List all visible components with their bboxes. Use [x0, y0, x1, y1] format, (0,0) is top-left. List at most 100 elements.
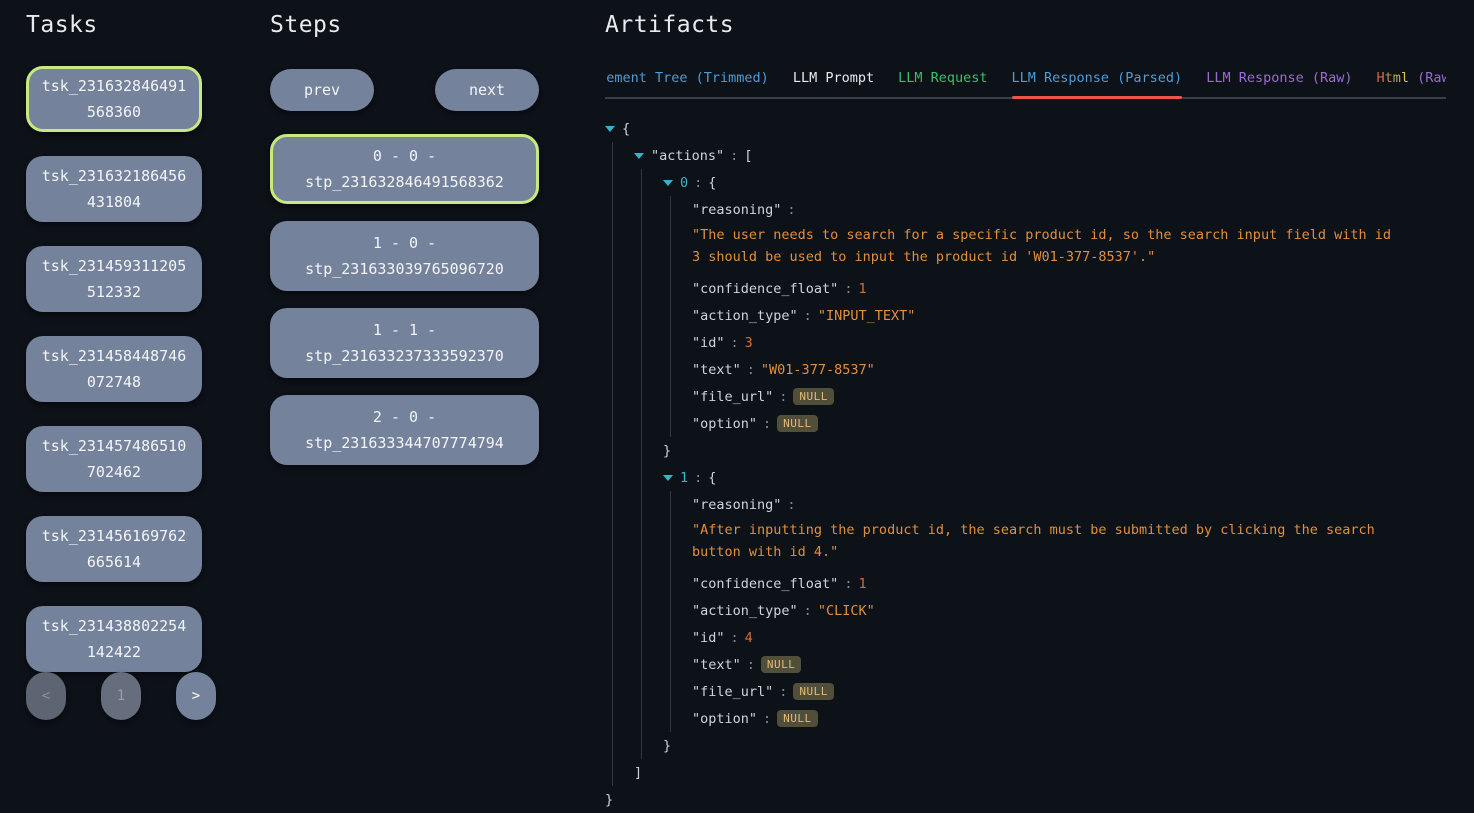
step-item[interactable]: 2 - 0 - stp_231633344707774794	[270, 395, 539, 465]
pagination-next-button[interactable]: >	[176, 672, 216, 720]
json-colon: :	[804, 308, 812, 324]
json-colon: :	[763, 416, 771, 432]
json-string-value: "After inputting the product id, the sea…	[692, 519, 1402, 563]
json-null-badge: NULL	[793, 388, 834, 405]
json-key-row: "reasoning" :	[692, 491, 1446, 518]
pagination-prev-button[interactable]: <	[26, 672, 66, 720]
task-item[interactable]: tsk_231456169762665614	[26, 516, 202, 582]
json-key: "confidence_float"	[692, 281, 838, 297]
steps-panel: Steps prev next 0 - 0 - stp_231632846491…	[270, 12, 539, 482]
collapse-icon[interactable]	[663, 180, 680, 186]
json-string-value: "W01-377-8537"	[761, 362, 875, 378]
artifacts-panel: Artifacts Element Tree (Trimmed) LLM Pro…	[605, 12, 1446, 813]
tasks-pagination: < 1 >	[26, 672, 216, 720]
json-colon: :	[763, 711, 771, 727]
task-item[interactable]: tsk_231457486510702462	[26, 426, 202, 492]
task-item[interactable]: tsk_231632846491568360	[26, 66, 202, 132]
json-key: "reasoning"	[692, 497, 781, 513]
json-root-row: {	[605, 115, 1446, 142]
json-open-brace: {	[708, 175, 716, 191]
json-key: "actions"	[651, 148, 724, 164]
json-number-value: 1	[858, 281, 866, 297]
json-actions-row: "actions" : [	[634, 142, 1446, 169]
json-colon: :	[787, 202, 795, 218]
json-root-children: "actions" : [ 0 : { "reasoning" : "T	[612, 142, 1446, 786]
json-number-value: 1	[858, 576, 866, 592]
collapse-icon[interactable]	[634, 153, 651, 159]
task-item[interactable]: tsk_231632186456431804	[26, 156, 202, 222]
json-string-value: "INPUT_TEXT"	[818, 308, 916, 324]
json-close-row: }	[663, 732, 1446, 759]
task-item[interactable]: tsk_231458448746072748	[26, 336, 202, 402]
tab-llm-prompt[interactable]: LLM Prompt	[793, 64, 874, 97]
artifacts-title: Artifacts	[605, 12, 1446, 38]
json-key-row: "id" : 3	[692, 329, 1446, 356]
json-actions-children: 0 : { "reasoning" : "The user needs to s…	[641, 169, 1446, 759]
json-action0-row: 0 : {	[663, 169, 1446, 196]
json-key: "reasoning"	[692, 202, 781, 218]
step-item[interactable]: 0 - 0 - stp_231632846491568362	[270, 134, 539, 204]
json-key: "confidence_float"	[692, 576, 838, 592]
json-key-row: "reasoning" :	[692, 196, 1446, 223]
json-colon: :	[731, 630, 739, 646]
json-open-brace: {	[622, 121, 630, 137]
tab-llm-response-parsed[interactable]: LLM Response (Parsed)	[1012, 64, 1183, 97]
json-key-row: "action_type" : "CLICK"	[692, 597, 1446, 624]
json-key-row: "option" : NULL	[692, 705, 1446, 732]
tab-html-raw-suffix: (Raw)	[1417, 70, 1446, 86]
tab-html-raw-label: Html	[1377, 70, 1410, 86]
collapse-icon[interactable]	[605, 126, 622, 132]
json-close-brace: }	[663, 443, 671, 459]
json-colon: :	[730, 148, 738, 164]
json-key: "id"	[692, 630, 725, 646]
task-item[interactable]: tsk_231459311205512332	[26, 246, 202, 312]
step-list: 0 - 0 - stp_231632846491568362 1 - 0 - s…	[270, 134, 539, 465]
json-key-row: "confidence_float" : 1	[692, 275, 1446, 302]
json-colon: :	[694, 175, 702, 191]
json-key-row: "option" : NULL	[692, 410, 1446, 437]
tab-llm-response-raw[interactable]: LLM Response (Raw)	[1206, 64, 1352, 97]
json-key-row: "file_url" : NULL	[692, 678, 1446, 705]
json-key: "action_type"	[692, 603, 798, 619]
json-key-row: "text" : "W01-377-8537"	[692, 356, 1446, 383]
json-close-bracket: ]	[634, 765, 642, 781]
prev-step-button[interactable]: prev	[270, 69, 374, 111]
json-open-brace: {	[708, 470, 716, 486]
json-null-badge: NULL	[793, 683, 834, 700]
json-key-row: "confidence_float" : 1	[692, 570, 1446, 597]
json-key: "option"	[692, 416, 757, 432]
json-colon: :	[747, 657, 755, 673]
json-key-row: "action_type" : "INPUT_TEXT"	[692, 302, 1446, 329]
json-colon: :	[804, 603, 812, 619]
json-key: "text"	[692, 657, 741, 673]
step-item[interactable]: 1 - 1 - stp_231633237333592370	[270, 308, 539, 378]
json-string-value: "The user needs to search for a specific…	[692, 224, 1402, 268]
tab-html-raw[interactable]: Html (Raw)	[1377, 64, 1447, 97]
next-step-button[interactable]: next	[435, 69, 539, 111]
json-colon: :	[844, 281, 852, 297]
step-item[interactable]: 1 - 0 - stp_231633039765096720	[270, 221, 539, 291]
artifact-tabs-bar: Element Tree (Trimmed) LLM Prompt LLM Re…	[605, 64, 1446, 99]
task-item[interactable]: tsk_231438802254142422	[26, 606, 202, 672]
tasks-panel: Tasks tsk_231632846491568360 tsk_2316321…	[26, 12, 216, 696]
json-action1-children: "reasoning" : "After inputting the produ…	[670, 491, 1446, 732]
json-number-value: 4	[745, 630, 753, 646]
json-colon: :	[779, 684, 787, 700]
tab-element-tree-trimmed[interactable]: Element Tree (Trimmed)	[605, 64, 769, 97]
json-close-brace: }	[663, 738, 671, 754]
json-key-row: "file_url" : NULL	[692, 383, 1446, 410]
json-index: 1	[680, 470, 688, 486]
json-key: "action_type"	[692, 308, 798, 324]
collapse-icon[interactable]	[663, 475, 680, 481]
steps-nav: prev next	[270, 69, 539, 111]
json-close-row: ]	[634, 759, 1446, 786]
pagination-page-button[interactable]: 1	[101, 672, 141, 720]
json-null-badge: NULL	[777, 415, 818, 432]
json-open-bracket: [	[744, 148, 752, 164]
json-colon: :	[787, 497, 795, 513]
task-list: tsk_231632846491568360 tsk_2316321864564…	[26, 66, 216, 672]
json-colon: :	[747, 362, 755, 378]
json-key: "id"	[692, 335, 725, 351]
json-key-row: "id" : 4	[692, 624, 1446, 651]
tab-llm-request[interactable]: LLM Request	[898, 64, 987, 97]
